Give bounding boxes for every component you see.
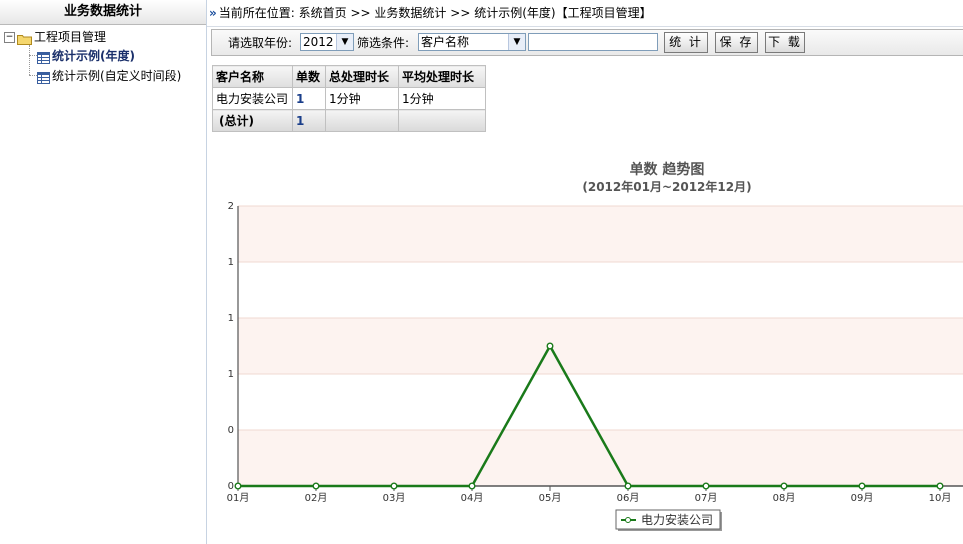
year-select-value: 2012 bbox=[303, 35, 334, 49]
y-tick-label: 0 bbox=[228, 425, 234, 436]
table-cell bbox=[325, 109, 399, 132]
breadcrumb-separator: >> bbox=[350, 6, 371, 20]
chart-subtitle: (2012年01月~2012年12月) bbox=[582, 179, 751, 194]
x-tick-label: 06月 bbox=[617, 492, 640, 504]
chart-title: 单数 趋势图 bbox=[630, 161, 705, 178]
tree-root-label: 工程项目管理 bbox=[34, 30, 107, 44]
breadcrumb: » 当前所在位置: 系统首页 >> 业务数据统计 >> 统计示例(年度)【工程项目… bbox=[207, 0, 963, 27]
x-tick-label: 10月 bbox=[929, 492, 952, 504]
x-tick-label: 07月 bbox=[695, 492, 718, 504]
y-tick-label: 1 bbox=[228, 257, 234, 268]
data-point bbox=[780, 482, 788, 490]
data-point bbox=[702, 482, 710, 490]
left-panel: 业务数据统计 − 工程项目管理 统计示例(年度) 统计示例(自定义时间段) bbox=[0, 0, 207, 544]
table-cell: 电力安装公司 bbox=[212, 87, 293, 110]
collapse-toggle-icon[interactable]: − bbox=[4, 32, 15, 43]
tree-item-label: 统计示例(自定义时间段) bbox=[52, 69, 182, 83]
table-total-row: (总计) 1 bbox=[212, 109, 486, 132]
year-label: 请选取年份: bbox=[228, 36, 293, 50]
y-tick-label: 1 bbox=[228, 369, 234, 380]
x-tick-label: 01月 bbox=[227, 492, 250, 504]
column-header: 客户名称 bbox=[212, 65, 293, 88]
year-select[interactable]: 2012 ▼ bbox=[300, 33, 354, 51]
chart-band bbox=[238, 318, 963, 374]
data-point bbox=[546, 342, 554, 350]
data-point bbox=[624, 482, 632, 490]
x-tick-label: 04月 bbox=[461, 492, 484, 504]
folder-icon bbox=[17, 32, 32, 45]
stats-table: 客户名称 单数 总处理时长 平均处理时长 电力安装公司 1 1分钟 1分钟 (总… bbox=[212, 65, 486, 132]
table-cell bbox=[398, 109, 486, 132]
legend-label: 电力安装公司 bbox=[641, 512, 713, 527]
trend-chart-svg: 0 0 1 1 1 2 单数 趋势图(2012年01月~2012年12月) 01月 02月 03月… bbox=[227, 161, 963, 531]
data-point bbox=[936, 482, 944, 490]
tree-connector bbox=[29, 55, 37, 56]
tree-connector bbox=[29, 75, 37, 76]
table-cell-link[interactable]: 1 bbox=[292, 87, 326, 110]
table-cell: 1 bbox=[292, 109, 326, 132]
tree-item-label: 统计示例(年度) bbox=[52, 49, 135, 63]
data-point bbox=[468, 482, 476, 490]
table-cell: 1分钟 bbox=[398, 87, 486, 110]
filter-toolbar: 请选取年份: 2012 ▼ 筛选条件: 客户名称 ▼ 统 计 保 存 下 载 bbox=[211, 29, 963, 56]
column-header: 平均处理时长 bbox=[398, 65, 486, 88]
x-tick-label: 08月 bbox=[773, 492, 796, 504]
data-point bbox=[234, 482, 242, 490]
column-header: 总处理时长 bbox=[325, 65, 399, 88]
table-row: 电力安装公司 1 1分钟 1分钟 bbox=[212, 87, 486, 110]
chevron-down-icon[interactable]: ▼ bbox=[508, 34, 525, 50]
breadcrumb-current: 统计示例(年度)【工程项目管理】 bbox=[474, 6, 652, 20]
trend-chart: 0 0 1 1 1 2 单数 趋势图 (2012年01月~2012年12月) 01月 02月 03月… bbox=[212, 146, 963, 544]
data-point bbox=[390, 482, 398, 490]
y-tick-label: 0 bbox=[228, 481, 234, 492]
sidebar-title: 业务数据统计 bbox=[0, 0, 206, 25]
breadcrumb-level1-link[interactable]: 业务数据统计 bbox=[374, 6, 446, 20]
breadcrumb-home-link[interactable]: 系统首页 bbox=[299, 6, 347, 20]
save-button[interactable]: 保 存 bbox=[715, 32, 758, 53]
table-cell: (总计) bbox=[212, 109, 293, 132]
breadcrumb-separator: >> bbox=[450, 6, 471, 20]
table-cell: 1分钟 bbox=[325, 87, 399, 110]
filter-field-select[interactable]: 客户名称 ▼ bbox=[418, 33, 526, 51]
tree-item-annual-stats[interactable]: 统计示例(年度) bbox=[37, 47, 135, 65]
data-point bbox=[858, 482, 866, 490]
y-tick-label: 2 bbox=[228, 201, 234, 212]
double-chevron-icon: » bbox=[209, 6, 217, 20]
legend-swatch-marker bbox=[625, 517, 631, 523]
download-button[interactable]: 下 载 bbox=[765, 32, 805, 53]
grid-document-icon bbox=[37, 71, 50, 84]
table-header-row: 客户名称 单数 总处理时长 平均处理时长 bbox=[212, 65, 486, 88]
tree-item-custom-period-stats[interactable]: 统计示例(自定义时间段) bbox=[37, 67, 181, 85]
stat-button[interactable]: 统 计 bbox=[664, 32, 708, 53]
filter-text-input[interactable] bbox=[528, 33, 658, 51]
chart-band bbox=[238, 206, 963, 262]
filter-label: 筛选条件: bbox=[357, 36, 410, 50]
y-tick-label: 1 bbox=[228, 313, 234, 324]
x-tick-label: 09月 bbox=[851, 492, 874, 504]
chevron-down-icon[interactable]: ▼ bbox=[336, 34, 353, 50]
x-tick-label: 05月 bbox=[539, 492, 562, 504]
data-point bbox=[312, 482, 320, 490]
breadcrumb-prefix: 当前所在位置: bbox=[218, 6, 295, 20]
filter-field-value: 客户名称 bbox=[421, 35, 470, 49]
column-header: 单数 bbox=[292, 65, 326, 88]
x-tick-label: 02月 bbox=[305, 492, 328, 504]
grid-document-icon bbox=[37, 51, 50, 64]
tree-connector bbox=[29, 45, 30, 75]
tree-root[interactable]: − 工程项目管理 bbox=[4, 28, 106, 46]
x-tick-label: 03月 bbox=[383, 492, 406, 504]
